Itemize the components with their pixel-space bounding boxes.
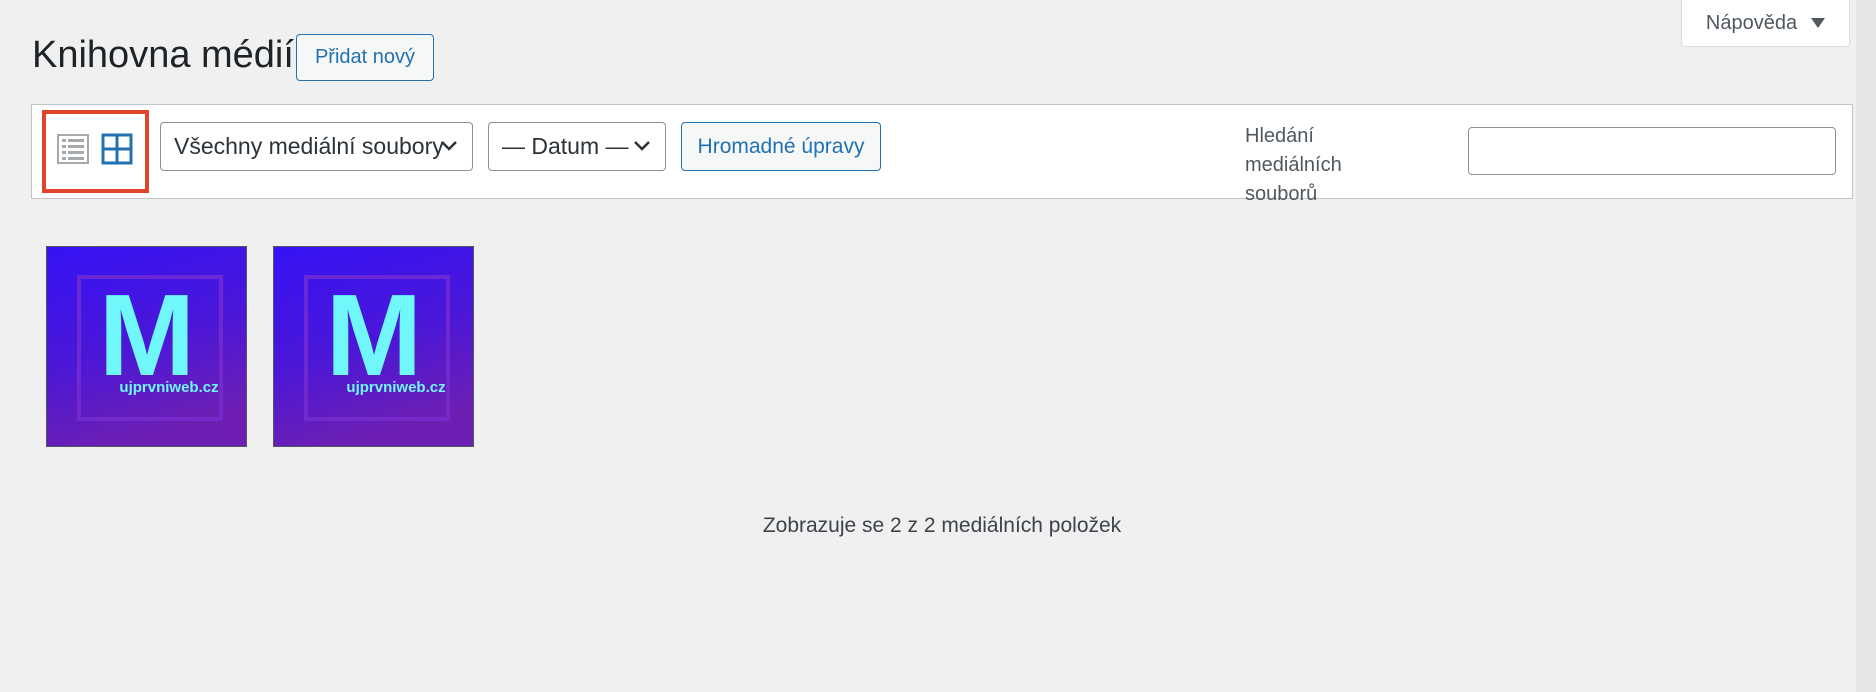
chevron-down-icon (634, 141, 650, 151)
help-label: Nápověda (1705, 11, 1798, 34)
view-switch (42, 110, 149, 193)
media-type-filter-value: Všechny mediální soubory (174, 133, 444, 159)
list-view-icon (57, 134, 89, 164)
search-label: Hledání mediálních souborů (1245, 125, 1342, 205)
grid-view-button[interactable] (99, 131, 135, 167)
caret-down-icon (1811, 18, 1826, 28)
media-toolbar: Všechny mediální soubory — Datum — Hroma… (31, 104, 1853, 205)
chevron-down-icon (441, 141, 457, 151)
scrollbar[interactable] (1856, 0, 1876, 692)
media-thumbnail-image: M ujprvniweb.cz (47, 247, 246, 446)
media-item[interactable]: M ujprvniweb.cz (46, 246, 247, 447)
media-item[interactable]: M ujprvniweb.cz (273, 246, 474, 447)
logo-caption: ujprvniweb.cz (119, 379, 218, 396)
date-filter-value: — Datum — (502, 133, 629, 159)
grid-view-icon (101, 133, 133, 165)
media-thumbnail-image: M ujprvniweb.cz (274, 247, 473, 446)
help-tab-button[interactable]: Nápověda (1681, 0, 1850, 47)
date-filter[interactable]: — Datum — (488, 122, 666, 171)
bulk-edit-button[interactable]: Hromadné úpravy (681, 122, 881, 171)
add-new-button[interactable]: Přidat nový (296, 34, 434, 81)
page-title: Knihovna médií (32, 34, 294, 76)
media-library-page: Nápověda Knihovna médií Přidat nový Všec… (0, 0, 1876, 692)
list-view-button[interactable] (55, 131, 91, 167)
media-type-filter[interactable]: Všechny mediální soubory (160, 122, 473, 171)
logo-caption: ujprvniweb.cz (346, 379, 445, 396)
media-search-input[interactable] (1468, 127, 1836, 175)
media-count-text: Zobrazuje se 2 z 2 mediálních položek (762, 514, 1122, 537)
